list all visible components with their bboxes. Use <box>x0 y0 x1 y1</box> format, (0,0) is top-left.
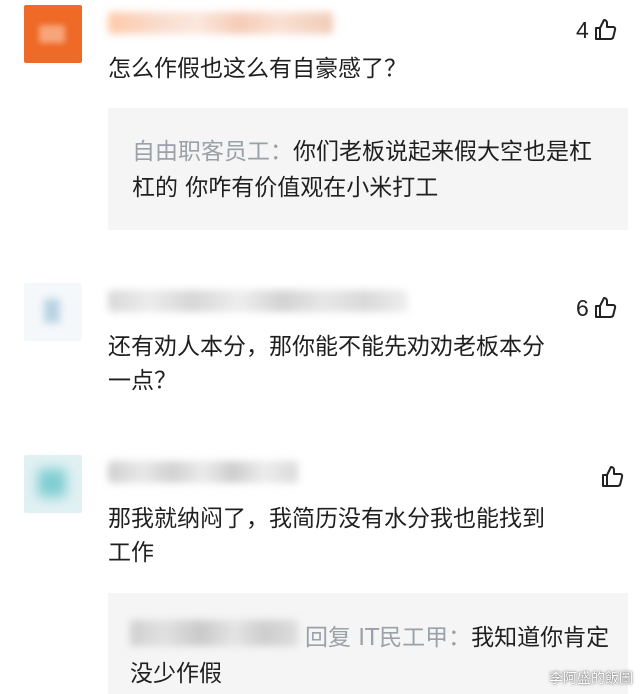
avatar[interactable] <box>24 5 82 63</box>
watermark: 李阿盛的飯圖 <box>549 671 633 687</box>
like-count: 4 <box>576 17 589 43</box>
reply-content: 自由职客员工：你们老板说起来假大空也是杠杠的 你咋有价值观在小米打工 <box>132 134 612 206</box>
thumbs-up-icon <box>594 18 618 42</box>
comment-text: 怎么作假也这么有自豪感了？ <box>108 56 407 82</box>
thumbs-up-icon <box>594 296 618 320</box>
avatar[interactable] <box>24 455 82 513</box>
reply-content: 回复 IT民工甲：我知道你肯定没少作假 <box>130 620 610 692</box>
like-button[interactable] <box>601 465 625 489</box>
thumbs-up-icon <box>601 465 625 489</box>
username-blurred[interactable] <box>108 12 333 34</box>
avatar[interactable] <box>24 283 82 341</box>
comment-text: 那我就纳闷了，我简历没有水分我也能找到工作 <box>108 506 545 566</box>
reply-author[interactable]: 自由职客员工： <box>132 139 293 165</box>
comment-text: 还有劝人本分，那你能不能先劝劝老板本分一点？ <box>108 334 545 394</box>
username-blurred[interactable] <box>108 461 298 483</box>
like-button[interactable]: 6 <box>576 293 618 323</box>
reply-prefix[interactable]: 回复 IT民工甲： <box>305 625 471 651</box>
like-count: 6 <box>576 295 589 321</box>
username-blurred[interactable] <box>108 290 408 312</box>
like-button[interactable]: 4 <box>576 15 618 45</box>
